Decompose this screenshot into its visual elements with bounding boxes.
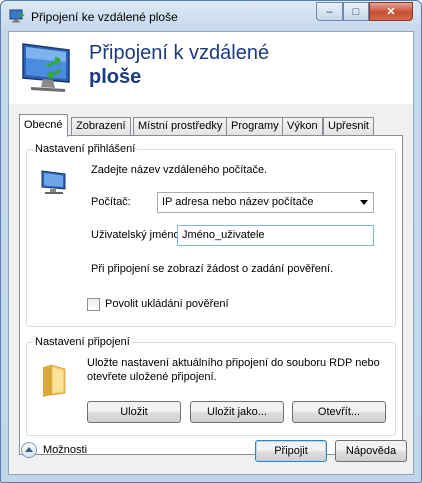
computer-icon <box>41 170 66 194</box>
window-title: Připojení ke vzdálené ploše <box>31 10 178 24</box>
computer-combobox[interactable]: IP adresa nebo název počítače <box>157 192 374 213</box>
help-button[interactable]: Nápověda <box>335 440 407 462</box>
folder-icon <box>43 364 66 397</box>
tab-vykon[interactable]: Výkon <box>282 117 323 136</box>
username-input[interactable]: Jméno_uživatele <box>177 225 374 246</box>
connection-group-title: Nastavení připojení <box>33 336 132 348</box>
connection-description-line2: otevřete uložené připojení. <box>87 371 217 383</box>
login-group-title: Nastavení přihlášení <box>33 143 138 155</box>
connect-button[interactable]: Připojit <box>255 440 327 462</box>
remote-desktop-icon <box>9 9 25 23</box>
app-window: Připojení ke vzdálené ploše – □ ✕ Připoj… <box>0 0 422 483</box>
computer-label: Počítač: <box>91 196 131 208</box>
minimize-button[interactable]: – <box>316 2 343 21</box>
tab-mistni-prostredky[interactable]: Místní prostředky <box>133 117 228 136</box>
banner-title-line2: ploše <box>89 66 142 88</box>
monitor-connection-icon <box>22 43 70 92</box>
title-bar[interactable]: Připojení ke vzdálené ploše – □ ✕ <box>1 1 421 31</box>
banner-title-line1: Připojení k vzdálené <box>89 42 270 64</box>
dialog-client: Připojení k vzdálené ploše Obecné Zobraz… <box>8 31 414 475</box>
tab-programy[interactable]: Programy <box>226 117 284 136</box>
options-toggle[interactable]: Možnosti <box>43 444 87 456</box>
dialog-footer: Možnosti Připojit Nápověda <box>9 402 413 474</box>
user-label: Uživatelský jméno: <box>91 229 183 241</box>
chevron-up-icon[interactable] <box>21 442 37 458</box>
allow-save-credentials-checkbox[interactable] <box>87 298 100 311</box>
dropdown-arrow-icon[interactable] <box>360 200 368 205</box>
connection-description-line1: Uložte nastavení aktuálního připojení do… <box>87 357 380 369</box>
maximize-button[interactable]: □ <box>343 2 369 21</box>
login-instruction: Zadejte název vzdáleného počítače. <box>91 164 268 176</box>
login-settings-group: Nastavení přihlášení Zadejte název vzdál… <box>26 143 396 327</box>
banner: Připojení k vzdálené ploše <box>9 32 413 104</box>
allow-save-credentials-label[interactable]: Povolit ukládání pověření <box>105 298 229 310</box>
close-button[interactable]: ✕ <box>369 2 413 21</box>
computer-combobox-value: IP adresa nebo název počítače <box>162 196 314 208</box>
tab-zobrazeni[interactable]: Zobrazení <box>71 117 131 136</box>
credentials-note: Při připojení se zobrazí žádost o zadání… <box>91 263 334 275</box>
tab-obecne[interactable]: Obecné <box>19 114 68 137</box>
tab-upresnit[interactable]: Upřesnit <box>323 117 374 136</box>
